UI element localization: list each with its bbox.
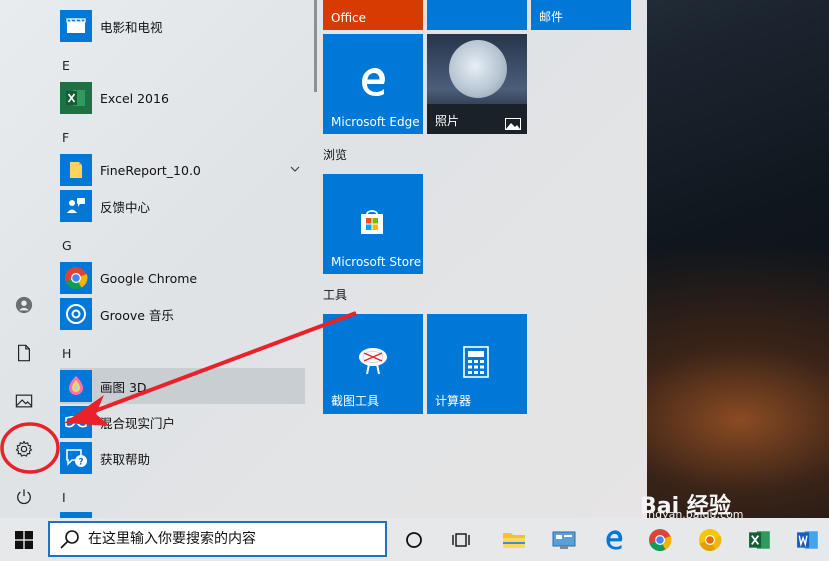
group-label-tools: 工具 xyxy=(323,288,348,302)
tile-snipping-tool[interactable]: 截图工具 xyxy=(323,314,423,414)
calculator-icon xyxy=(463,346,489,378)
taskbar-edge[interactable] xyxy=(592,518,636,561)
tile-label: 截图工具 xyxy=(331,394,380,408)
chrome-icon xyxy=(649,528,672,551)
tile-label: 邮件 xyxy=(539,10,564,24)
pictures-button[interactable] xyxy=(4,381,44,421)
taskbar-search-box[interactable] xyxy=(48,521,387,557)
edge-icon xyxy=(606,529,623,550)
get-help-icon: ? xyxy=(60,442,92,474)
mixed-reality-icon xyxy=(60,406,92,438)
tile-mail[interactable]: 邮件 xyxy=(531,0,631,30)
tile-label: 计算器 xyxy=(435,394,472,408)
tile-office[interactable]: Office xyxy=(323,0,423,30)
app-item-finereport[interactable]: FineReport_10.0 xyxy=(60,152,306,188)
baidu-watermark: Bai 经验 jingyan.baidu.com xyxy=(640,488,820,521)
user-account-button[interactable] xyxy=(4,285,44,325)
app-label: 反馈中心 xyxy=(100,199,151,215)
picture-icon xyxy=(15,394,33,408)
file-explorer-icon xyxy=(503,532,525,548)
cortana-button[interactable] xyxy=(392,518,436,561)
excel-icon xyxy=(60,82,92,114)
gear-icon xyxy=(15,440,33,457)
taskbar-excel[interactable] xyxy=(738,518,782,561)
start-button[interactable] xyxy=(0,518,48,561)
group-label-browse: 浏览 xyxy=(323,148,348,162)
settings-button[interactable] xyxy=(4,429,44,469)
taskbar-word[interactable] xyxy=(786,518,829,561)
taskbar-control-panel[interactable] xyxy=(542,518,586,561)
group-letter-g[interactable]: G xyxy=(62,238,72,253)
app-item-movies-tv[interactable]: 电影和电视 xyxy=(60,8,306,44)
app-item-excel[interactable]: Excel 2016 xyxy=(60,80,306,116)
cortana-icon xyxy=(406,531,422,548)
user-icon xyxy=(15,296,33,314)
tile-blank[interactable] xyxy=(427,0,527,30)
chrome-canary-icon xyxy=(699,528,722,551)
group-letter-h[interactable]: H xyxy=(62,346,71,361)
windows-logo-icon xyxy=(15,530,33,549)
app-label: FineReport_10.0 xyxy=(100,162,201,178)
app-label: 电影和电视 xyxy=(100,19,163,35)
taskbar-chrome-canary[interactable] xyxy=(688,518,732,561)
tile-label: 照片 xyxy=(435,114,460,128)
documents-button[interactable] xyxy=(4,333,44,373)
store-icon xyxy=(361,210,383,234)
app-label: Groove 音乐 xyxy=(100,307,174,323)
tile-label: Microsoft Store xyxy=(331,255,422,269)
app-item-groove-music[interactable]: Groove 音乐 xyxy=(60,296,306,332)
excel-icon xyxy=(749,530,770,549)
word-icon xyxy=(796,530,818,549)
app-item-feedback-hub[interactable]: 反馈中心 xyxy=(60,188,306,224)
power-icon xyxy=(17,489,31,505)
app-list: 电影和电视 E Excel 2016 F FineReport_10.0 反馈中… xyxy=(48,0,314,518)
chrome-icon xyxy=(60,262,92,294)
movies-tv-icon xyxy=(60,10,92,42)
taskbar-file-explorer[interactable] xyxy=(492,518,536,561)
moon-image xyxy=(449,40,507,98)
paint-3d-icon xyxy=(60,370,92,402)
group-letter-f[interactable]: F xyxy=(62,130,69,145)
tile-photos[interactable]: 照片 xyxy=(427,34,527,134)
app-item-google-chrome[interactable]: Google Chrome xyxy=(60,260,306,296)
taskbar-chrome[interactable] xyxy=(638,518,682,561)
feedback-hub-icon xyxy=(60,190,92,222)
tile-label: Office xyxy=(331,11,367,25)
search-input[interactable] xyxy=(88,531,378,547)
svg-text:?: ? xyxy=(78,458,83,468)
tile-microsoft-store[interactable]: Microsoft Store xyxy=(323,174,423,274)
search-icon xyxy=(60,530,79,549)
chevron-down-icon[interactable] xyxy=(290,164,300,174)
app-label: 画图 3D xyxy=(100,379,147,395)
tile-calculator[interactable]: 计算器 xyxy=(427,314,527,414)
app-item-mixed-reality-portal[interactable]: 混合现实门户 xyxy=(60,404,306,440)
folder-icon xyxy=(60,154,92,186)
task-view-icon xyxy=(452,532,470,547)
tile-label: Microsoft Edge xyxy=(331,115,420,129)
edge-icon xyxy=(362,68,385,96)
app-label: Excel 2016 xyxy=(100,90,169,106)
tiles-area: Office 邮件 Microsoft Edge 照片 浏览 Microsoft… xyxy=(323,0,643,518)
app-label: 混合现实门户 xyxy=(100,415,176,431)
app-item-get-help[interactable]: ? 获取帮助 xyxy=(60,440,306,476)
control-panel-icon xyxy=(552,531,576,549)
photo-badge-icon xyxy=(505,118,521,130)
snipping-tool-icon xyxy=(359,348,387,375)
app-label: Google Chrome xyxy=(100,270,198,286)
start-menu: 电影和电视 E Excel 2016 F FineReport_10.0 反馈中… xyxy=(0,0,647,518)
document-icon xyxy=(18,344,30,362)
app-item-paint-3d[interactable]: 画图 3D xyxy=(60,368,305,404)
tile-microsoft-edge[interactable]: Microsoft Edge xyxy=(323,34,423,134)
group-letter-i[interactable]: I xyxy=(62,490,66,505)
app-label: 获取帮助 xyxy=(100,451,151,467)
task-view-button[interactable] xyxy=(440,518,484,561)
power-button[interactable] xyxy=(4,477,44,517)
start-rail xyxy=(0,0,48,518)
group-letter-e[interactable]: E xyxy=(62,58,70,73)
app-list-scrollbar[interactable] xyxy=(314,0,317,92)
groove-music-icon xyxy=(60,298,92,330)
